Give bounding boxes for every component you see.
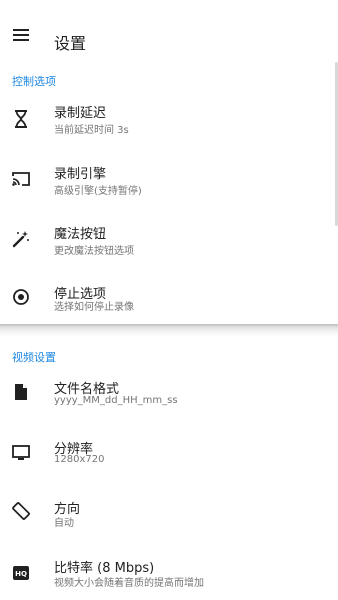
stop-circle-icon [10,286,32,308]
setting-subtitle: 自动 [54,518,74,529]
monitor-icon [10,442,32,464]
app-bar: 设置 [0,0,338,56]
section-divider [0,324,338,337]
cast-icon [10,168,32,190]
hq-icon: HQ [10,562,32,584]
page-title: 设置 [54,34,87,53]
section-header-video: 视频设置 [12,351,56,364]
setting-filename-format[interactable]: 文件名格式 yyyy_MM_dd_HH_mm_ss [0,372,338,428]
setting-title: 录制延迟 [54,106,107,121]
setting-subtitle: 1280x720 [54,454,105,465]
setting-title: 录制引擎 [54,167,107,182]
setting-recording-delay[interactable]: 录制延迟 当前延迟时间 3s [0,92,338,148]
setting-subtitle: 选择如何停止录像 [54,302,134,313]
setting-recording-engine[interactable]: 录制引擎 高级引擎(支持暂停) [0,156,338,212]
setting-subtitle: 高级引擎(支持暂停) [54,186,142,197]
file-icon [10,381,32,403]
section-header-control: 控制选项 [12,75,56,88]
menu-icon [13,26,29,45]
setting-subtitle: 视频大小会随着音质的提高而增加 [54,578,204,589]
hourglass-icon [10,108,32,130]
magic-wand-icon [10,228,32,250]
setting-subtitle: 当前延迟时间 3s [54,125,129,136]
menu-button[interactable] [8,22,34,48]
setting-subtitle: yyyy_MM_dd_HH_mm_ss [54,395,178,406]
setting-bitrate[interactable]: HQ 比特率 (8 Mbps) 视频大小会随着音质的提高而增加 [0,552,338,600]
setting-orientation[interactable]: 方向 自动 [0,492,338,548]
setting-subtitle: 更改魔法按钮选项 [54,246,134,257]
svg-text:HQ: HQ [15,570,27,578]
setting-title: 魔法按钮 [54,227,107,242]
setting-resolution[interactable]: 分辨率 1280x720 [0,432,338,488]
setting-magic-button[interactable]: 魔法按钮 更改魔法按钮选项 [0,220,338,276]
screen-rotation-icon [10,500,32,522]
